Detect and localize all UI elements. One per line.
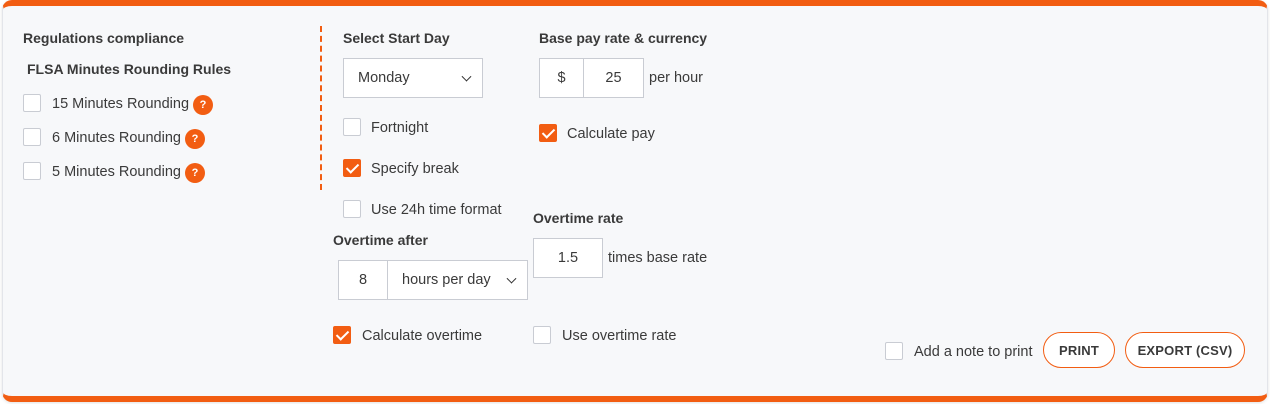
fortnight-label: Fortnight — [371, 120, 429, 136]
help-icon[interactable]: ? — [193, 95, 213, 115]
use-overtime-rate-label: Use overtime rate — [562, 328, 677, 344]
use-24h-label: Use 24h time format — [371, 202, 502, 218]
overtime-hours-input[interactable]: 8 — [338, 260, 388, 300]
help-icon[interactable]: ? — [185, 129, 205, 149]
overtime-rate-title: Overtime rate — [533, 210, 624, 226]
per-hour-label: per hour — [649, 70, 704, 86]
rounding-5-checkbox[interactable] — [23, 162, 41, 180]
specify-break-label: Specify break — [371, 161, 459, 177]
base-pay-title: Base pay rate & currency — [539, 30, 708, 46]
print-button[interactable]: PRINT — [1043, 332, 1115, 368]
overtime-period-value: hours per day — [402, 272, 491, 288]
base-rate-input[interactable]: 25 — [583, 58, 644, 98]
start-day-title: Select Start Day — [343, 30, 450, 46]
rounding-5-label: 5 Minutes Rounding — [52, 164, 181, 180]
start-day-select[interactable]: Monday — [343, 58, 483, 98]
chevron-down-icon — [506, 273, 517, 284]
calculate-overtime-label: Calculate overtime — [362, 328, 483, 344]
add-note-checkbox[interactable] — [885, 342, 903, 360]
use-overtime-rate-checkbox[interactable] — [533, 326, 551, 344]
regulations-title: Regulations compliance — [23, 30, 185, 46]
rounding-6-label: 6 Minutes Rounding — [52, 130, 181, 146]
rounding-15-label: 15 Minutes Rounding — [52, 96, 190, 112]
help-icon[interactable]: ? — [185, 163, 205, 183]
export-csv-button[interactable]: EXPORT (CSV) — [1125, 332, 1245, 368]
fortnight-checkbox[interactable] — [343, 118, 361, 136]
flsa-subtitle: FLSA Minutes Rounding Rules — [27, 61, 232, 77]
times-base-rate-label: times base rate — [608, 250, 708, 266]
specify-break-checkbox[interactable] — [343, 159, 361, 177]
rounding-15-checkbox[interactable] — [23, 94, 41, 112]
column-divider — [320, 26, 322, 190]
rounding-6-checkbox[interactable] — [23, 128, 41, 146]
calculate-pay-checkbox[interactable] — [539, 124, 557, 142]
overtime-period-select[interactable]: hours per day — [387, 260, 528, 300]
add-note-label: Add a note to print — [914, 344, 1033, 360]
use-24h-checkbox[interactable] — [343, 200, 361, 218]
overtime-after-title: Overtime after — [333, 232, 428, 248]
chevron-down-icon — [461, 71, 472, 82]
start-day-value: Monday — [358, 70, 410, 86]
overtime-rate-input[interactable]: 1.5 — [533, 238, 603, 278]
currency-field[interactable]: $ — [539, 58, 584, 98]
calculate-pay-label: Calculate pay — [567, 126, 655, 142]
calculate-overtime-checkbox[interactable] — [333, 326, 351, 344]
